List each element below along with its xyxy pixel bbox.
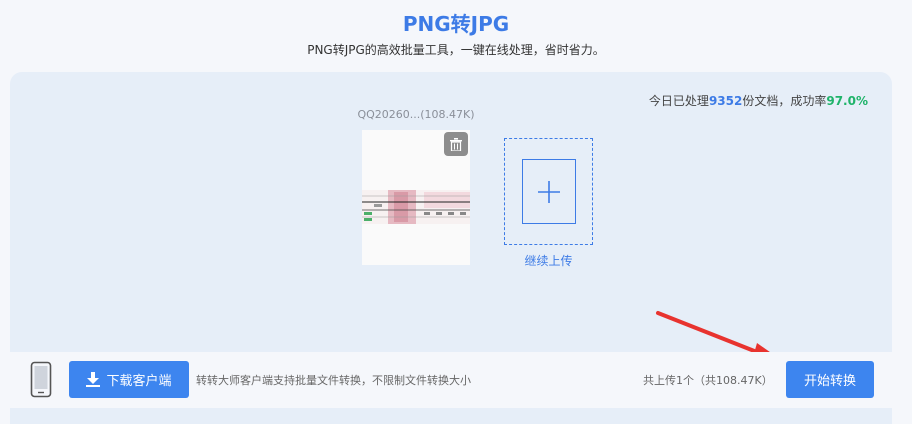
phone-icon [30,361,52,398]
download-client-label: 下载客户端 [106,374,172,389]
start-convert-label: 开始转换 [803,374,856,389]
download-icon [86,372,101,387]
start-convert-button[interactable]: 开始转换 [786,361,874,398]
download-client-button[interactable]: 下载客户端 [69,361,189,398]
bottom-bar: 下载客户端 转转大师客户端支持批量文件转换，不限制文件转换大小 共上传1个（共1… [10,352,892,408]
upload-count: 共上传1个（共108.47K） [643,374,773,387]
upload-panel: 今日已处理9352份文档，成功率97.0% QQ20260...(108.47K… [10,72,892,424]
page-title: PNG转JPG [402,12,510,36]
client-note: 转转大师客户端支持批量文件转换，不限制文件转换大小 [196,374,471,387]
page-subtitle: PNG转JPG的高效批量工具，一键在线处理，省时省力。 [307,43,605,57]
